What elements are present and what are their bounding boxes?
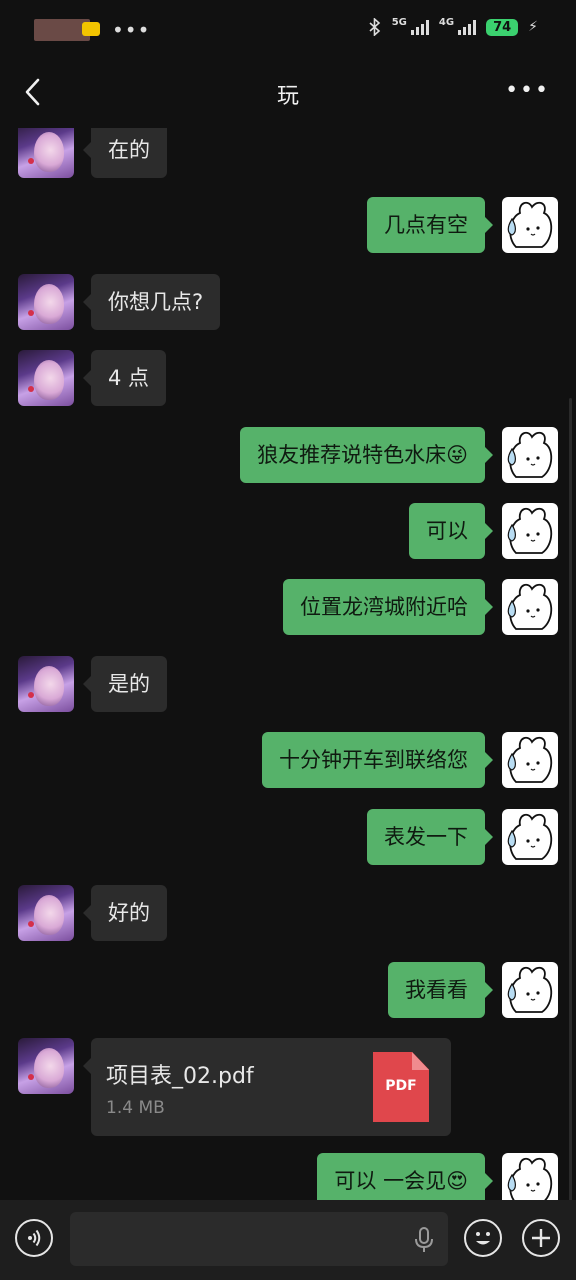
incoming-message[interactable]: 好的	[83, 885, 167, 941]
bunny-avatar-icon	[507, 583, 553, 630]
status-more-dots: •••	[112, 18, 151, 42]
incoming-message[interactable]: 是的	[83, 656, 167, 712]
outgoing-message[interactable]: 狼友推荐说特色水床😜	[240, 427, 493, 483]
network-label-4g: 4G	[438, 16, 455, 28]
chat-title: 玩	[276, 84, 299, 109]
status-right: 5G 4G 74 ⚡	[368, 16, 538, 36]
smiley-icon	[476, 1232, 490, 1245]
contact-avatar[interactable]	[18, 885, 74, 941]
signal-bars-4g-icon	[458, 19, 477, 35]
bunny-avatar-icon	[507, 201, 553, 248]
outgoing-message[interactable]: 可以 一会见😍	[317, 1153, 493, 1200]
more-actions-button[interactable]	[522, 1219, 560, 1257]
outgoing-message[interactable]: 我看看	[388, 962, 493, 1018]
incoming-message[interactable]: 你想几点?	[82, 274, 221, 330]
notification-thumbnail	[34, 19, 100, 41]
signal-bars-5g-icon	[410, 19, 429, 35]
outgoing-message[interactable]: 位置龙湾城附近哈	[283, 579, 493, 635]
scrollbar[interactable]	[569, 398, 572, 1200]
incoming-message[interactable]: 4 点	[82, 350, 167, 406]
my-avatar[interactable]	[502, 579, 558, 635]
my-avatar[interactable]	[502, 197, 558, 253]
file-size: 1.4 MB	[106, 1098, 165, 1118]
outgoing-message[interactable]: 几点有空	[367, 197, 493, 253]
bunny-avatar-icon	[507, 966, 553, 1013]
contact-avatar[interactable]	[18, 1038, 74, 1094]
my-avatar[interactable]	[502, 962, 558, 1018]
my-avatar[interactable]	[502, 1153, 558, 1200]
bunny-avatar-icon	[507, 431, 553, 478]
incoming-message[interactable]: 在的	[83, 128, 167, 178]
message-list[interactable]: 在的 几点有空 你想几点? 4 点 狼友推荐说特色水床😜 可以 位置龙湾城附近哈…	[0, 128, 576, 1200]
file-message[interactable]: 项目表_02.pdf 1.4 MB PDF	[83, 1038, 451, 1136]
contact-avatar[interactable]	[18, 128, 74, 178]
chat-header: 玩 •••	[0, 58, 576, 128]
message-input[interactable]	[70, 1212, 448, 1266]
my-avatar[interactable]	[502, 732, 558, 788]
input-bar	[0, 1200, 576, 1280]
voice-icon	[28, 1229, 41, 1247]
outgoing-message[interactable]: 表发一下	[367, 809, 493, 865]
bolt-icon: ⚡	[528, 19, 538, 35]
my-avatar[interactable]	[502, 809, 558, 865]
microphone-icon[interactable]	[412, 1226, 436, 1254]
more-options-icon[interactable]: •••	[505, 78, 550, 103]
pdf-file-icon: PDF	[373, 1052, 429, 1122]
contact-avatar[interactable]	[18, 656, 74, 712]
status-bar: ••• 5G 4G 74 ⚡	[0, 0, 576, 58]
contact-avatar[interactable]	[18, 350, 74, 406]
file-name: 项目表_02.pdf	[106, 1064, 254, 1089]
bluetooth-icon	[369, 18, 380, 36]
bunny-avatar-icon	[507, 813, 553, 860]
status-left: •••	[34, 18, 150, 42]
my-avatar[interactable]	[502, 503, 558, 559]
bunny-avatar-icon	[507, 1157, 553, 1200]
outgoing-message[interactable]: 可以	[409, 503, 493, 559]
contact-avatar[interactable]	[18, 274, 74, 330]
outgoing-message[interactable]: 十分钟开车到联络您	[262, 732, 493, 788]
bunny-avatar-icon	[507, 507, 553, 554]
emoji-button[interactable]	[464, 1219, 502, 1257]
plus-icon	[532, 1229, 550, 1247]
pdf-icon-label: PDF	[385, 1078, 417, 1094]
bunny-avatar-icon	[507, 736, 553, 783]
network-label-5g: 5G	[391, 16, 407, 28]
voice-input-button[interactable]	[15, 1219, 53, 1257]
my-avatar[interactable]	[502, 427, 558, 483]
battery-level: 74	[486, 18, 519, 36]
